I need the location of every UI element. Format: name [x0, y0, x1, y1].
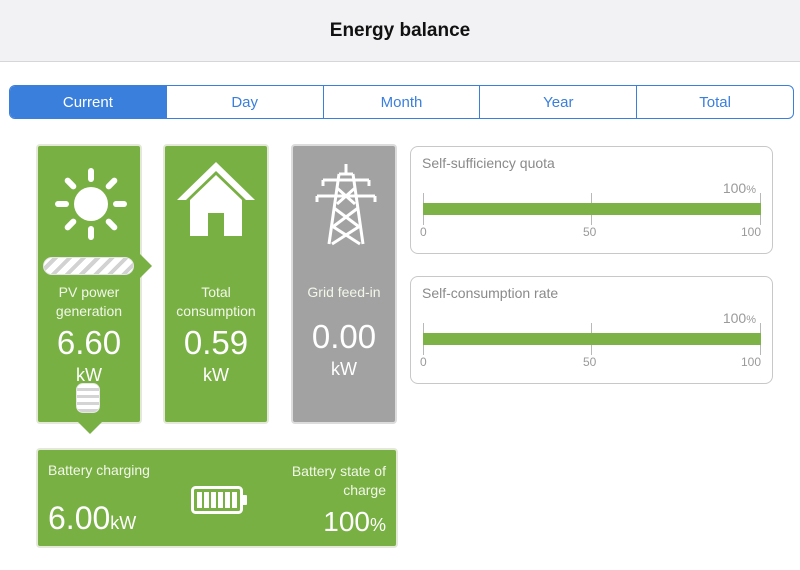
- self-consumption-panel: Self-consumption rate 100% 0 50 100: [410, 276, 773, 384]
- grid-feed-in-value: 0.00: [311, 318, 377, 355]
- tick-label: 50: [583, 225, 597, 239]
- battery-charging-value: 6.00: [48, 500, 111, 536]
- self-sufficiency-bar-fill: [423, 203, 761, 215]
- battery-charging-unit: kW: [110, 513, 137, 533]
- tick-label: 0: [420, 225, 427, 239]
- self-consumption-bar-fill: [423, 333, 761, 345]
- total-consumption-tile[interactable]: Total consumption 0.59 kW: [163, 144, 269, 424]
- generation-flow-indicator: [43, 257, 134, 275]
- grid-feed-in-label: Grid feed-in: [307, 284, 381, 300]
- tick-label: 0: [420, 355, 427, 369]
- tab-total[interactable]: Total: [636, 86, 793, 118]
- house-icon: [177, 162, 255, 236]
- chevron-down-icon: [76, 383, 100, 413]
- self-consumption-title: Self-consumption rate: [422, 285, 559, 301]
- flow-arrow-down-icon: [78, 422, 102, 434]
- battery-charging-reading: 6.00kW: [48, 500, 136, 537]
- tab-year[interactable]: Year: [479, 86, 636, 118]
- period-tabs: Current Day Month Year Total: [9, 85, 794, 119]
- pv-generation-label: PV power generation: [55, 284, 123, 319]
- battery-tile[interactable]: Battery charging 6.00kW Battery state of…: [36, 448, 398, 548]
- battery-soc-value: 100: [323, 506, 370, 537]
- self-consumption-unit: %: [746, 314, 756, 326]
- total-consumption-value: 0.59: [183, 324, 249, 361]
- self-sufficiency-bar: [423, 203, 761, 215]
- self-sufficiency-value: 100: [722, 180, 747, 196]
- pv-generation-tile[interactable]: PV power generation 6.60 kW: [36, 144, 152, 434]
- battery-soc-unit: %: [369, 515, 386, 535]
- total-consumption-label: Total consumption: [176, 284, 256, 319]
- pv-generation-value: 6.60: [56, 324, 122, 361]
- self-sufficiency-panel: Self-sufficiency quota 100% 0 50 100: [410, 146, 773, 254]
- self-consumption-percent: 100%: [723, 310, 756, 326]
- self-sufficiency-percent: 100%: [723, 180, 756, 196]
- battery-icon: [191, 486, 247, 514]
- tick-label: 100: [741, 225, 762, 239]
- tab-month[interactable]: Month: [322, 86, 480, 118]
- tab-current[interactable]: Current: [10, 86, 166, 118]
- total-consumption-unit: kW: [203, 365, 229, 385]
- tab-day[interactable]: Day: [165, 86, 323, 118]
- battery-soc-reading: 100%: [323, 506, 386, 538]
- battery-charging-label: Battery charging: [48, 462, 150, 478]
- flow-arrow-right-icon: [140, 254, 152, 278]
- sun-icon: [55, 168, 127, 240]
- page-title: Energy balance: [329, 20, 471, 41]
- self-consumption-value: 100: [722, 310, 747, 326]
- tick-label: 50: [583, 355, 597, 369]
- app-header: Energy balance: [0, 0, 800, 62]
- grid-feed-in-unit: kW: [331, 359, 357, 379]
- self-sufficiency-unit: %: [746, 184, 756, 196]
- grid-feed-in-tile[interactable]: Grid feed-in 0.00 kW: [291, 144, 397, 424]
- self-consumption-bar: [423, 333, 761, 345]
- battery-soc-label: Battery state of charge: [291, 463, 386, 498]
- power-pylon-icon: [315, 164, 377, 246]
- self-sufficiency-title: Self-sufficiency quota: [422, 155, 555, 171]
- tick-label: 100: [741, 355, 762, 369]
